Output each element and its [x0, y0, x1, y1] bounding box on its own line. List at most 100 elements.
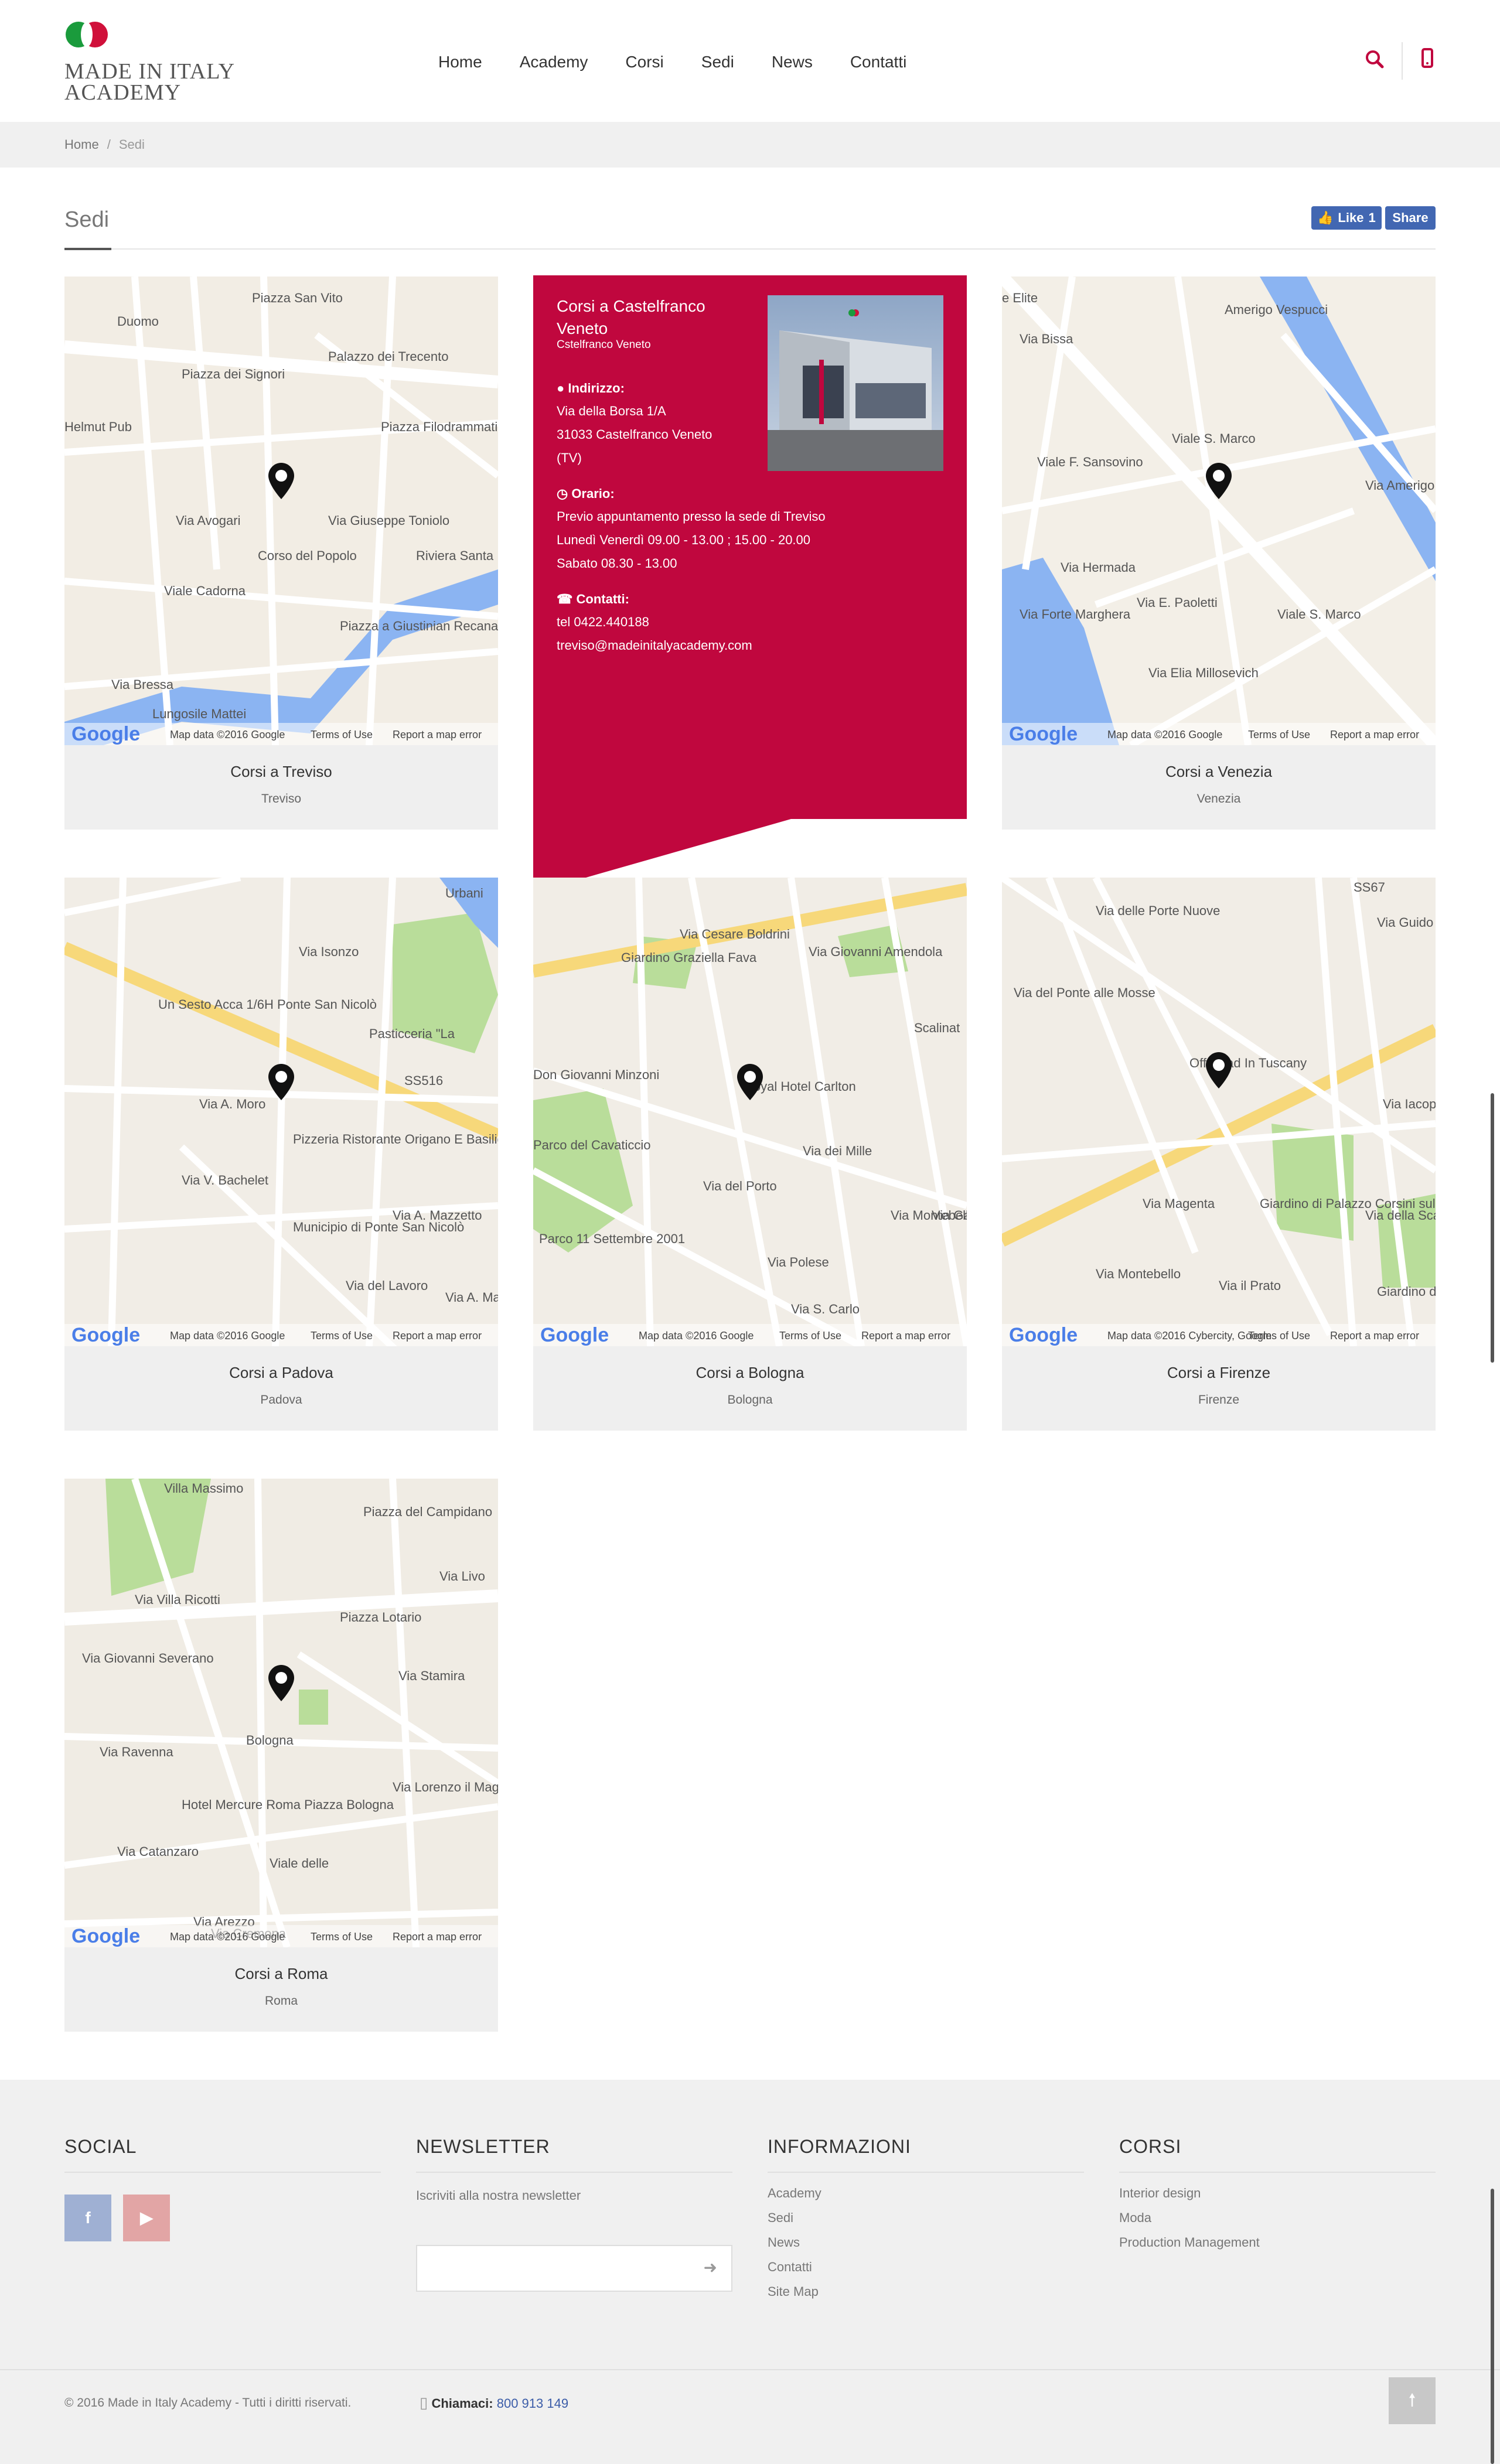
google-logo[interactable]: Google — [71, 1925, 140, 1947]
nav-home[interactable]: Home — [438, 52, 482, 73]
back-to-top-button[interactable]: 🠕 — [1389, 2377, 1436, 2424]
footer-link-academy[interactable]: Academy — [768, 2181, 1084, 2206]
map-report-link[interactable]: Report a map error — [393, 729, 482, 740]
breadcrumb-home[interactable]: Home — [64, 137, 99, 152]
map-label: Pasticceria "La — [369, 1026, 455, 1041]
map-label: e Elite — [1002, 291, 1038, 305]
footer-link-contatti[interactable]: Contatti — [768, 2255, 1084, 2279]
logo-text[interactable]: MADE IN ITALY ACADEMY — [64, 59, 236, 104]
map-label: Viale F. Sansovino — [1037, 455, 1143, 469]
card-title[interactable]: Corsi a Roma — [64, 1965, 498, 1983]
map-canvas[interactable]: SS67 Via delle Porte Nuove Via del Ponte a… — [1002, 878, 1436, 1346]
map-canvas[interactable]: Un Sesto Acca 1/6H Ponte San Nicolò Pasti… — [64, 878, 498, 1346]
map-canvas[interactable]: Villa Massimo Piazza del Campidano Via Liv… — [64, 1479, 498, 1947]
location-card-firenze[interactable]: SS67 Via delle Porte Nuove Via del Ponte a… — [1002, 878, 1436, 1431]
google-logo[interactable]: Google — [71, 723, 140, 745]
footer-course-moda[interactable]: Moda — [1119, 2206, 1436, 2230]
card-title[interactable]: Corsi a Treviso — [64, 763, 498, 781]
map-label: Helmut Pub — [64, 419, 132, 434]
map-canvas[interactable]: Via Cesare Boldrini Giardino Graziella Fa… — [533, 878, 967, 1346]
logo-line-1: MADE IN ITALY — [64, 59, 236, 84]
facebook-share-button[interactable]: Share — [1385, 206, 1436, 230]
newsletter-email-input[interactable]: ➜ — [416, 2245, 732, 2292]
map-label: Lungosile Mattei — [152, 707, 246, 721]
map-report-link[interactable]: Report a map error — [393, 1931, 482, 1943]
map[interactable]: SS67 Via delle Porte Nuove Via del Ponte a… — [1002, 878, 1436, 1346]
map-label: Via A. Mantegna — [445, 1290, 498, 1305]
map-label: Via Forte Marghera — [1020, 607, 1131, 622]
call-number[interactable]: 800 913 149 — [497, 2396, 568, 2411]
card-title[interactable]: Corsi a Bologna — [533, 1364, 967, 1382]
map[interactable]: Un Sesto Acca 1/6H Ponte San Nicolò Pasti… — [64, 878, 498, 1346]
map-label: Giardino Graziella Fava — [621, 950, 757, 965]
map[interactable]: Piazza San Vito Duomo Palazzo dei Trecento… — [64, 277, 498, 745]
map-label: Via Villa Ricotti — [135, 1592, 220, 1607]
card-title[interactable]: Corsi a Venezia — [1002, 763, 1436, 781]
title-divider — [64, 248, 1436, 250]
map[interactable]: Via Cesare Boldrini Giardino Graziella Fa… — [533, 878, 967, 1346]
search-icon[interactable] — [1366, 50, 1384, 69]
map-label: Piazza del Campidano — [363, 1504, 492, 1519]
map-report-link[interactable]: Report a map error — [1330, 729, 1419, 740]
scrollbar-thumb[interactable] — [1491, 1093, 1494, 1363]
nav-corsi[interactable]: Corsi — [625, 52, 663, 73]
map-label: Via Galliera — [932, 1208, 967, 1223]
footer-link-sitemap[interactable]: Site Map — [768, 2279, 1084, 2304]
facebook-icon[interactable]: f — [64, 2195, 111, 2241]
google-logo[interactable]: Google — [1009, 1324, 1078, 1346]
facebook-like-button[interactable]: 👍 Like 1 — [1311, 206, 1382, 230]
scrollbar-thumb-secondary[interactable] — [1491, 2189, 1494, 2464]
map-label: Parco del Cavaticcio — [533, 1138, 651, 1152]
nav-contatti[interactable]: Contatti — [850, 52, 907, 73]
map-terms-link[interactable]: Terms of Use — [311, 729, 373, 740]
map-terms-link[interactable]: Terms of Use — [779, 1330, 841, 1342]
nav-news[interactable]: News — [772, 52, 813, 73]
map-terms-link[interactable]: Terms of Use — [1248, 729, 1310, 740]
map-pin-dot — [275, 1672, 287, 1684]
map-report-link[interactable]: Report a map error — [393, 1330, 482, 1342]
footer-course-production[interactable]: Production Management — [1119, 2230, 1436, 2255]
contact-email[interactable]: treviso@madeinitalyacademy.com — [557, 634, 752, 657]
google-logo[interactable]: Google — [1009, 723, 1078, 745]
nav-sedi[interactable]: Sedi — [701, 52, 734, 73]
map-canvas[interactable]: e Elite Amerigo Vespucci Via Bissa Viale F.… — [1002, 277, 1436, 745]
arrow-right-icon[interactable]: ➜ — [704, 2258, 717, 2277]
map-label: Via Livo — [439, 1569, 485, 1583]
card-title[interactable]: Corsi a Padova — [64, 1364, 498, 1382]
map-label: Urbani — [445, 886, 483, 900]
phone-icon[interactable] — [1421, 48, 1433, 68]
contact-phone[interactable]: tel 0422.440188 — [557, 610, 649, 634]
map-report-link[interactable]: Report a map error — [1330, 1330, 1419, 1342]
map-park — [299, 1690, 328, 1725]
location-card-padova[interactable]: Un Sesto Acca 1/6H Ponte San Nicolò Pasti… — [64, 878, 498, 1431]
footer-course-interior[interactable]: Interior design — [1119, 2181, 1436, 2206]
map-data-credit: Map data ©2016 Google — [170, 1330, 285, 1342]
map-label: Via E. Paoletti — [1137, 595, 1218, 610]
map[interactable]: Villa Massimo Piazza del Campidano Via Liv… — [64, 1479, 498, 1947]
youtube-icon[interactable]: ▶ — [123, 2195, 170, 2241]
logo-flag-icon[interactable] — [64, 20, 109, 49]
map-terms-link[interactable]: Terms of Use — [311, 1330, 373, 1342]
map-label: Palazzo dei Trecento — [328, 349, 448, 364]
nav-academy[interactable]: Academy — [520, 52, 588, 73]
location-card-treviso[interactable]: Piazza San Vito Duomo Palazzo dei Trecento… — [64, 277, 498, 830]
map-label: Via Hermada — [1061, 560, 1136, 575]
map-data-credit: Map data ©2016 Google — [639, 1330, 754, 1342]
map[interactable]: e Elite Amerigo Vespucci Via Bissa Viale F.… — [1002, 277, 1436, 745]
google-logo[interactable]: Google — [71, 1324, 140, 1346]
map-report-link[interactable]: Report a map error — [861, 1330, 950, 1342]
copyright: © 2016 Made in Italy Academy - Tutti i d… — [64, 2396, 352, 2410]
map-terms-link[interactable]: Terms of Use — [311, 1931, 373, 1943]
map-canvas[interactable]: Piazza San Vito Duomo Palazzo dei Trecento… — [64, 277, 498, 745]
google-logo[interactable]: Google — [540, 1324, 609, 1346]
footer-link-news[interactable]: News — [768, 2230, 1084, 2255]
location-card-bologna[interactable]: Via Cesare Boldrini Giardino Graziella Fa… — [533, 878, 967, 1431]
location-card-roma[interactable]: Villa Massimo Piazza del Campidano Via Liv… — [64, 1479, 498, 2032]
map-terms-link[interactable]: Terms of Use — [1248, 1330, 1310, 1342]
footer-link-sedi[interactable]: Sedi — [768, 2206, 1084, 2230]
map-label: Via del Lavoro — [346, 1278, 428, 1293]
card-city: Venezia — [1196, 792, 1241, 806]
arrow-up-icon: 🠕 — [1408, 2391, 1416, 2410]
card-title[interactable]: Corsi a Firenze — [1002, 1364, 1436, 1382]
location-card-venezia[interactable]: e Elite Amerigo Vespucci Via Bissa Viale F.… — [1002, 277, 1436, 830]
